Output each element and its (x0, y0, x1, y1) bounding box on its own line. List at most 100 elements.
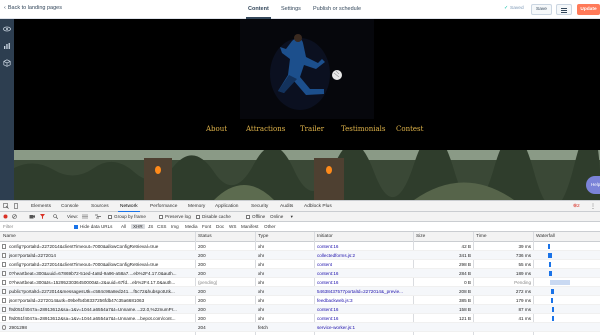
nav-link-about[interactable]: About (206, 125, 227, 133)
request-size: 385 B (458, 298, 471, 303)
saved-status: ✓ Saved (504, 6, 524, 11)
nav-link-attractions[interactable]: Attractions (246, 125, 285, 133)
devtools-tab-adblock-plus[interactable]: Adblock Plus (304, 204, 332, 209)
network-request-list: config?portalId=2272014&clientTimeout=70… (0, 242, 600, 332)
filter-icon[interactable] (40, 214, 45, 219)
filter-type-css[interactable]: CSS (157, 224, 166, 229)
checkbox-box (246, 214, 250, 219)
filter-type-font[interactable]: Font (202, 224, 211, 229)
devtools-tab-application[interactable]: Application (215, 204, 238, 209)
table-row[interactable]: json?portalId=2272014 200 xhr collectedf… (0, 251, 600, 260)
file-icon (2, 271, 6, 276)
large-rows-icon[interactable] (82, 214, 88, 219)
more-options-icon[interactable]: ⋮ (590, 203, 596, 210)
soccer-player-image (240, 19, 374, 119)
editor-sidebar-rail (0, 19, 14, 200)
devtools-tab-console[interactable]: Console (61, 204, 79, 209)
waterfall-bar (552, 307, 554, 312)
group-by-frame-checkbox[interactable]: Group by frame (108, 214, 146, 219)
update-button[interactable]: Update (577, 4, 600, 15)
request-initiator[interactable]: content:16 (317, 307, 412, 312)
table-row[interactable]: 0?heartbeat=300&ts=1529523036450000&t=2&… (0, 278, 600, 287)
request-size: 208 B (458, 289, 471, 294)
request-type: fetch (258, 325, 268, 330)
help-chat-button[interactable]: Help (586, 176, 600, 194)
table-row[interactable]: config?portalId=2272014&clientTimeout=70… (0, 242, 600, 251)
file-icon (2, 316, 6, 321)
request-type: xhr (258, 271, 265, 276)
eye-icon[interactable] (3, 25, 11, 33)
waterfall-bar (552, 316, 554, 321)
request-initiator[interactable]: content:16 (317, 244, 412, 249)
table-row[interactable]: f9d051f4047a=28913612&sa=1&v=1044.a6554a… (0, 305, 600, 314)
request-initiator[interactable]: feedbackweb.js:3 (317, 298, 412, 303)
clear-icon[interactable] (12, 214, 17, 219)
overview-icon[interactable] (95, 214, 101, 219)
column-name[interactable]: Name (3, 234, 16, 239)
column-time[interactable]: Time (476, 234, 486, 239)
filter-type-media[interactable]: Media (185, 224, 198, 229)
column-status[interactable]: Status (198, 234, 212, 239)
devtools-tab-memory[interactable]: Memory (188, 204, 205, 209)
filter-type-all[interactable]: All (121, 224, 126, 229)
devtools-tab-security[interactable]: Security (251, 204, 268, 209)
filter-type-ws[interactable]: WS (229, 224, 236, 229)
devtools-tab-performance[interactable]: Performance (150, 204, 177, 209)
filter-input[interactable]: Filter (3, 224, 68, 229)
request-name: 0?heartbeat=300&uuid=67869b72-51ed-4a8d-… (9, 271, 177, 276)
filter-type-xhr[interactable]: XHR (131, 223, 145, 229)
filter-type-other[interactable]: Other (264, 224, 276, 229)
request-initiator[interactable]: 54638437577portalId=2272014&_previe... (317, 289, 412, 294)
nav-link-contest[interactable]: Contest (396, 125, 423, 133)
record-icon[interactable] (3, 214, 8, 219)
devtools-tab-network[interactable]: Network (118, 204, 140, 212)
offline-checkbox[interactable]: Offline (246, 214, 265, 219)
column-waterfall[interactable]: Waterfall (536, 234, 555, 239)
request-size: 42 B (461, 244, 471, 249)
tab-settings[interactable]: Settings (281, 6, 301, 12)
request-initiator[interactable]: collectedforms.js:2 (317, 253, 412, 258)
table-row[interactable]: public?portalId=2272014&messagesUtk=c584… (0, 287, 600, 296)
back-to-landing-pages-link[interactable]: ‹ Back to landing pages (4, 5, 62, 11)
request-initiator[interactable]: content:16 (317, 280, 412, 285)
column-initiator[interactable]: Initiator (317, 234, 333, 239)
throttling-select[interactable]: Online ▾ (270, 214, 293, 220)
box-icon[interactable] (3, 59, 11, 67)
request-name: 2901298 (9, 325, 27, 330)
error-count-badge[interactable]: ⊗2 (573, 204, 580, 209)
tab-publish-or-schedule[interactable]: Publish or schedule (313, 6, 361, 12)
inspect-element-icon[interactable] (3, 203, 9, 209)
tab-content[interactable]: Content (246, 6, 271, 19)
menu-button[interactable] (556, 4, 572, 15)
search-icon[interactable] (53, 214, 58, 219)
disable-cache-checkbox[interactable]: Disable cache (196, 214, 231, 219)
table-row[interactable]: json?portalId=2272014&utk=09bef54b833725… (0, 296, 600, 305)
request-initiator[interactable]: service-worker.js:1 (317, 325, 412, 330)
devtools-tab-audits[interactable]: Audits (280, 204, 293, 209)
nav-link-testimonials[interactable]: Testimonials (341, 125, 386, 133)
column-type[interactable]: Type (258, 234, 268, 239)
filter-type-js[interactable]: JS (148, 224, 153, 229)
nav-link-trailer[interactable]: Trailer (300, 125, 324, 133)
request-initiator[interactable]: content (317, 262, 412, 267)
preserve-log-checkbox[interactable]: Preserve log (159, 214, 191, 219)
filter-type-doc[interactable]: Doc (216, 224, 224, 229)
devtools-tab-sources[interactable]: Sources (91, 204, 109, 209)
table-row[interactable]: 2901298 204 fetch service-worker.js:1 (0, 323, 600, 332)
request-type: xhr (258, 289, 265, 294)
hide-data-urls-checkbox[interactable]: Hide data URLs (74, 224, 112, 229)
camera-icon[interactable] (29, 214, 35, 219)
chart-icon[interactable] (3, 42, 11, 50)
filter-type-manifest[interactable]: Manifest (241, 224, 258, 229)
network-table-header: Name Status Type Initiator Size Time Wat… (0, 232, 600, 242)
filter-type-img[interactable]: Img (171, 224, 179, 229)
table-row[interactable]: f9d051f4047a=28913612&sa=1&v=1044.a6554a… (0, 314, 600, 323)
request-initiator[interactable]: content:16 (317, 271, 412, 276)
devtools-tab-elements[interactable]: Elements (31, 204, 51, 209)
table-row[interactable]: 0?heartbeat=300&uuid=67869b72-51ed-4a8d-… (0, 269, 600, 278)
request-initiator[interactable]: content:16 (317, 316, 412, 321)
table-row[interactable]: config?portalId=2272014&clientTimeout=70… (0, 260, 600, 269)
column-size[interactable]: Size (416, 234, 425, 239)
save-button[interactable]: Save (531, 4, 552, 15)
device-toolbar-icon[interactable] (13, 203, 19, 209)
